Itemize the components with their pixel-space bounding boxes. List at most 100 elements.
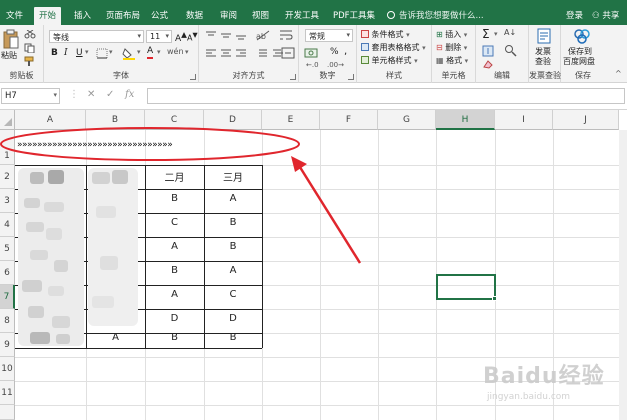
chevron-down-icon[interactable]: ▾ bbox=[185, 48, 189, 56]
wrap-text-icon[interactable] bbox=[279, 29, 293, 41]
tab-pdf-tools[interactable]: PDF工具集 bbox=[333, 9, 375, 21]
chevron-down-icon[interactable]: ▾ bbox=[494, 30, 498, 38]
underline-button[interactable]: U bbox=[76, 48, 83, 58]
font-dialog-launcher-icon[interactable] bbox=[190, 74, 196, 80]
format-as-table-label: 套用表格格式 bbox=[371, 43, 420, 52]
alignment-dialog-launcher-icon[interactable] bbox=[290, 74, 296, 80]
fill-down-icon[interactable] bbox=[482, 45, 494, 57]
font-size-select[interactable]: 11 ▾ bbox=[146, 30, 172, 43]
cells-group: ⊞ 插入 ▾ ⊟ 删除 ▾ ▦ 格式 ▾ 单元格 bbox=[432, 25, 476, 83]
decrease-decimal-icon[interactable]: .00→ bbox=[327, 61, 344, 69]
clipboard-icon[interactable] bbox=[3, 29, 19, 49]
conditional-format-label: 条件格式 bbox=[371, 30, 404, 39]
chevron-down-icon[interactable]: ▾ bbox=[157, 48, 161, 56]
autosum-button[interactable]: Σ bbox=[482, 27, 490, 41]
format-painter-icon[interactable] bbox=[24, 56, 36, 66]
save-group: 保存到 百度网盘 保存 bbox=[561, 25, 605, 83]
format-cells-button[interactable]: ▦ 格式 ▾ bbox=[436, 55, 468, 66]
grow-font-icon[interactable]: A▲ bbox=[175, 30, 187, 44]
font-size-value: 11 bbox=[150, 32, 161, 41]
more-dots-icon: ⋮ bbox=[69, 89, 79, 100]
conditional-format-button[interactable]: 条件格式 ▾ bbox=[361, 29, 410, 40]
tab-home[interactable]: 开始 bbox=[34, 7, 62, 25]
increase-decimal-icon[interactable]: ←.0 bbox=[306, 61, 319, 69]
login-button[interactable]: 登录 bbox=[566, 9, 583, 21]
baidu-watermark: Baidu经验 bbox=[483, 364, 605, 389]
annotation-arrow-head bbox=[291, 156, 307, 172]
cut-icon[interactable] bbox=[24, 30, 36, 39]
share-button[interactable]: ⚇ 共享 bbox=[592, 9, 619, 21]
borders-icon[interactable] bbox=[96, 48, 108, 59]
italic-button[interactable]: I bbox=[64, 48, 68, 58]
styles-group: 条件格式 ▾ 套用表格格式 ▾ 单元格样式 ▾ 样式 bbox=[357, 25, 432, 83]
phonetic-wen-button[interactable]: wén bbox=[167, 47, 184, 56]
menu-bar: 文件 开始 插入 页面布局 公式 数据 审阅 视图 开发工具 PDF工具集 告诉… bbox=[0, 6, 627, 25]
format-as-table-button[interactable]: 套用表格格式 ▾ bbox=[361, 42, 426, 53]
currency-icon[interactable] bbox=[304, 47, 318, 59]
chevron-down-icon[interactable]: ▾ bbox=[109, 48, 113, 56]
horizontal-align-icons[interactable] bbox=[205, 48, 255, 59]
tab-review[interactable]: 审阅 bbox=[220, 9, 237, 21]
annotation-arrow-line bbox=[296, 163, 362, 264]
vertical-scrollbar[interactable] bbox=[619, 130, 627, 420]
worksheet-grid[interactable]: A B C D E F G H I J 1 2 3 4 5 6 7 8 9 10… bbox=[0, 110, 627, 420]
number-group: 常规 ▾ % , ←.0 .00→ 数字 bbox=[299, 25, 357, 83]
invoice-icon[interactable] bbox=[536, 28, 552, 44]
confirm-edit-button[interactable]: ✓ bbox=[106, 89, 114, 100]
styles-group-label: 样式 bbox=[386, 71, 402, 80]
format-cells-label: 格式 bbox=[446, 56, 463, 65]
chevron-down-icon[interactable]: ▾ bbox=[85, 48, 89, 56]
baidu-cloud-icon[interactable] bbox=[573, 28, 591, 44]
tab-formulas[interactable]: 公式 bbox=[151, 9, 168, 21]
name-box-value: H7 bbox=[5, 91, 17, 101]
insert-function-button[interactable]: fx bbox=[125, 89, 134, 100]
save-to-label-2[interactable]: 百度网盘 bbox=[563, 56, 595, 67]
number-format-select[interactable]: 常规 ▾ bbox=[305, 29, 353, 42]
orientation-icon[interactable]: ab bbox=[255, 29, 271, 41]
lightbulb-icon bbox=[387, 11, 395, 19]
font-color-button[interactable]: A bbox=[147, 46, 154, 59]
chevron-down-icon: ▾ bbox=[346, 31, 350, 39]
tab-insert[interactable]: 插入 bbox=[74, 9, 91, 21]
invoice-label-2[interactable]: 查验 bbox=[535, 56, 551, 67]
chevron-down-icon[interactable]: ▾ bbox=[137, 48, 141, 56]
chevron-down-icon: ▾ bbox=[137, 32, 141, 40]
bold-button[interactable]: B bbox=[51, 48, 58, 58]
number-dialog-launcher-icon[interactable] bbox=[348, 74, 354, 80]
comma-button[interactable]: , bbox=[344, 46, 347, 57]
baidu-watermark-url: jingyan.baidu.com bbox=[487, 392, 571, 402]
editing-group-label: 编辑 bbox=[494, 71, 510, 80]
insert-cells-button[interactable]: ⊞ 插入 ▾ bbox=[436, 29, 467, 40]
delete-cells-button[interactable]: ⊟ 删除 ▾ bbox=[436, 42, 467, 53]
find-select-icon[interactable] bbox=[504, 44, 517, 57]
font-name-select[interactable]: 等线 ▾ bbox=[49, 30, 144, 43]
invoice-group: 发票 查验 发票查验 bbox=[529, 25, 561, 83]
format-cells-icon: ▦ bbox=[436, 56, 444, 65]
tab-page-layout[interactable]: 页面布局 bbox=[106, 9, 140, 21]
tell-me-text: 告诉我您想要做什么... bbox=[399, 11, 484, 21]
name-box[interactable]: H7 ▾ bbox=[1, 88, 60, 104]
paste-label[interactable]: 粘贴 bbox=[1, 50, 17, 61]
tab-view[interactable]: 视图 bbox=[252, 9, 269, 21]
fill-color-icon[interactable] bbox=[122, 47, 136, 60]
tab-developer[interactable]: 开发工具 bbox=[285, 9, 319, 21]
sort-filter-button[interactable]: A↓ bbox=[504, 28, 516, 37]
delete-cells-icon: ⊟ bbox=[436, 43, 443, 52]
shrink-font-icon[interactable]: A▼ bbox=[187, 31, 198, 43]
clipboard-group: 粘贴 剪贴板 bbox=[0, 25, 44, 83]
formula-input[interactable] bbox=[147, 88, 625, 104]
tell-me-search[interactable]: 告诉我您想要做什么... bbox=[387, 9, 484, 21]
tab-file[interactable]: 文件 bbox=[6, 9, 23, 21]
merge-center-icon[interactable] bbox=[281, 47, 295, 59]
ribbon: 粘贴 剪贴板 等线 ▾ 11 ▾ A▲ A▼ B I U ▾ ▾ ▾ A ▾ w… bbox=[0, 25, 627, 83]
collapse-ribbon-icon[interactable]: ^ bbox=[615, 69, 622, 78]
tab-data[interactable]: 数据 bbox=[186, 9, 203, 21]
copy-icon[interactable] bbox=[24, 43, 36, 53]
cancel-edit-button[interactable]: ✕ bbox=[87, 89, 95, 100]
invoice-group-label: 发票查验 bbox=[529, 71, 561, 80]
editing-group: Σ ▾ A↓ 编辑 bbox=[476, 25, 529, 83]
cell-styles-button[interactable]: 单元格样式 ▾ bbox=[361, 55, 418, 66]
font-group: 等线 ▾ 11 ▾ A▲ A▼ B I U ▾ ▾ ▾ A ▾ wén ▾ 字体 bbox=[44, 25, 199, 83]
percent-button[interactable]: % bbox=[330, 47, 339, 57]
clear-icon[interactable] bbox=[482, 59, 494, 69]
